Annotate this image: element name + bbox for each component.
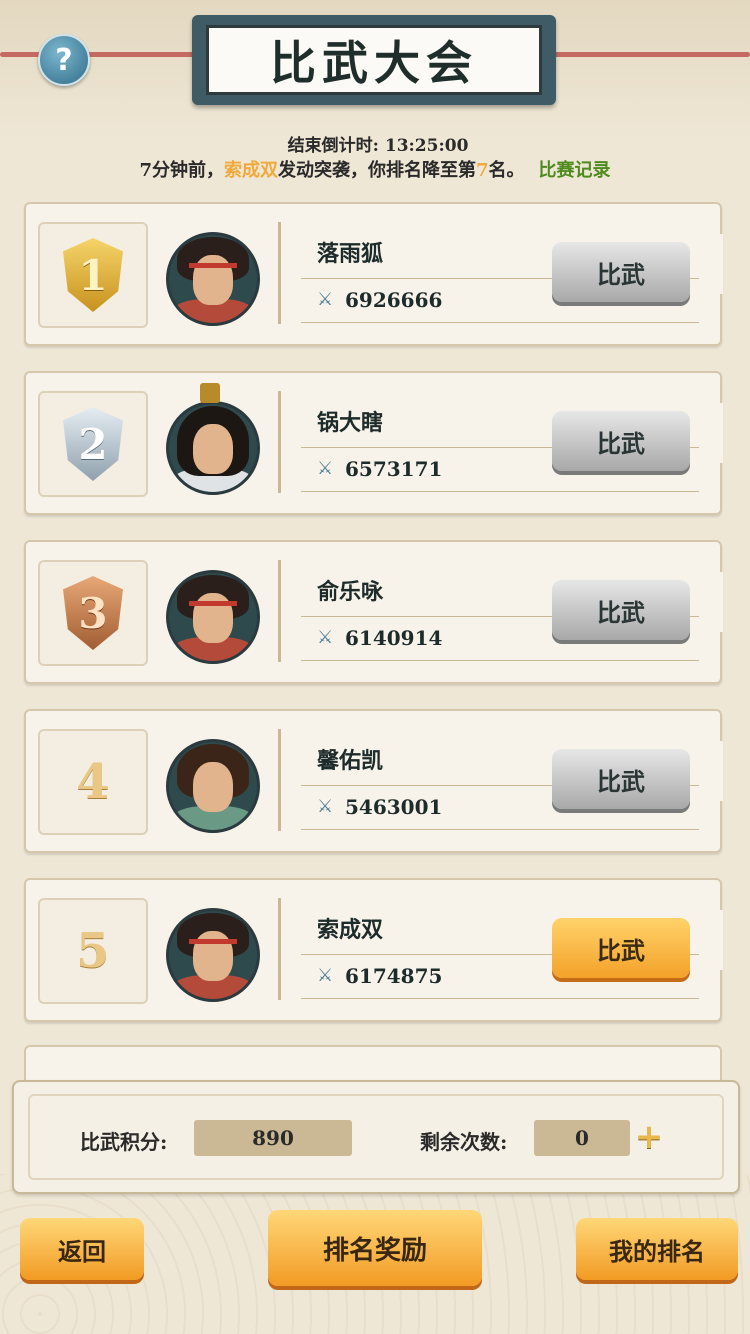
help-icon[interactable]: ? bbox=[38, 34, 90, 86]
challenge-button[interactable]: 比武 bbox=[552, 411, 690, 471]
card-edge bbox=[716, 572, 730, 632]
challenge-button[interactable]: 比武 bbox=[552, 242, 690, 302]
challenge-button[interactable]: 比武 bbox=[552, 580, 690, 640]
rank-badge: 4 bbox=[38, 729, 148, 835]
player-name: 锅大瞎 bbox=[317, 410, 384, 436]
crossed-swords-icon: ⚔ bbox=[317, 627, 334, 648]
player-avatar[interactable] bbox=[166, 902, 260, 1002]
player-avatar[interactable] bbox=[166, 564, 260, 664]
rank-badge: 1 bbox=[38, 222, 148, 328]
player-avatar[interactable] bbox=[166, 383, 260, 495]
crossed-swords-icon: ⚔ bbox=[317, 458, 334, 479]
countdown-value: 13:25:00 bbox=[384, 136, 469, 156]
match-record-link[interactable]: 比赛记录 bbox=[539, 160, 611, 181]
score-value: 890 bbox=[194, 1120, 352, 1156]
silver-medal-icon: 2 bbox=[63, 407, 123, 481]
card-edge bbox=[716, 234, 730, 294]
bronze-medal-icon: 3 bbox=[63, 576, 123, 650]
player-avatar[interactable] bbox=[166, 733, 260, 833]
remaining-value: 0 bbox=[534, 1120, 630, 1156]
crossed-swords-icon: ⚔ bbox=[317, 965, 334, 986]
ranking-row: 2 锅大瞎 ⚔ 6573171 比武 bbox=[24, 371, 730, 515]
card-edge bbox=[716, 741, 730, 801]
combat-power: ⚔ 6140914 bbox=[317, 626, 442, 650]
notice-prefix: 分钟前， bbox=[152, 160, 224, 181]
my-rank-button[interactable]: 我的排名 bbox=[576, 1218, 738, 1280]
attack-notice: 7分钟前，索成双发动突袭，你排名降至第7名。 比赛记录 bbox=[0, 156, 750, 182]
divider bbox=[301, 660, 699, 661]
gold-medal-icon: 1 bbox=[63, 238, 123, 312]
page-title: 比武大会 bbox=[206, 25, 542, 95]
player-name: 落雨狐 bbox=[317, 241, 384, 267]
crossed-swords-icon: ⚔ bbox=[317, 289, 334, 310]
notice-suffix: 名。 bbox=[488, 160, 525, 181]
rank-badge: 2 bbox=[38, 391, 148, 497]
power-value: 6174875 bbox=[345, 964, 443, 988]
crossed-swords-icon: ⚔ bbox=[317, 796, 334, 817]
ranking-row: 5 索成双 ⚔ 6174875 比武 bbox=[24, 878, 730, 1022]
combat-power: ⚔ 6573171 bbox=[317, 457, 442, 481]
notice-attacker: 索成双 bbox=[224, 160, 278, 181]
add-attempts-icon[interactable]: + bbox=[634, 1120, 664, 1154]
remaining-label: 剩余次数: bbox=[420, 1130, 508, 1154]
countdown: 结束倒计时: 13:25:00 bbox=[0, 131, 750, 156]
power-value: 6573171 bbox=[345, 457, 443, 481]
rank-rewards-button[interactable]: 排名奖励 bbox=[268, 1210, 482, 1286]
challenge-button[interactable]: 比武 bbox=[552, 749, 690, 809]
notice-middle: 发动突袭，你排名降至第 bbox=[278, 160, 476, 181]
ranking-row: 3 俞乐咏 ⚔ 6140914 比武 bbox=[24, 540, 730, 684]
divider bbox=[301, 491, 699, 492]
stats-panel: 比武积分: 890 剩余次数: 0 + bbox=[12, 1080, 740, 1194]
score-label: 比武积分: bbox=[80, 1130, 168, 1154]
card-edge bbox=[716, 403, 730, 463]
notice-minutes: 7 bbox=[139, 160, 152, 181]
rank-badge: 3 bbox=[38, 560, 148, 666]
card-edge bbox=[716, 910, 730, 970]
countdown-label: 结束倒计时: bbox=[287, 136, 379, 156]
power-value: 6926666 bbox=[345, 288, 443, 312]
power-value: 5463001 bbox=[345, 795, 443, 819]
rank-badge: 5 bbox=[38, 898, 148, 1004]
challenge-button[interactable]: 比武 bbox=[552, 918, 690, 978]
player-name: 俞乐咏 bbox=[317, 579, 384, 605]
power-value: 6140914 bbox=[345, 626, 443, 650]
ranking-row: 4 馨佑凯 ⚔ 5463001 比武 bbox=[24, 709, 730, 853]
notice-rank: 7 bbox=[476, 160, 489, 181]
divider bbox=[301, 322, 699, 323]
rank-number: 4 bbox=[76, 754, 110, 810]
back-button[interactable]: 返回 bbox=[20, 1218, 144, 1280]
rank-number: 5 bbox=[76, 923, 110, 979]
ranking-row: 1 落雨狐 ⚔ 6926666 比武 bbox=[24, 202, 730, 346]
divider bbox=[301, 829, 699, 830]
combat-power: ⚔ 5463001 bbox=[317, 795, 442, 819]
player-name: 索成双 bbox=[317, 917, 384, 943]
title-plaque: 比武大会 bbox=[192, 15, 556, 105]
player-name: 馨佑凯 bbox=[317, 748, 384, 774]
divider bbox=[301, 998, 699, 999]
combat-power: ⚔ 6926666 bbox=[317, 288, 442, 312]
combat-power: ⚔ 6174875 bbox=[317, 964, 442, 988]
player-avatar[interactable] bbox=[166, 226, 260, 326]
